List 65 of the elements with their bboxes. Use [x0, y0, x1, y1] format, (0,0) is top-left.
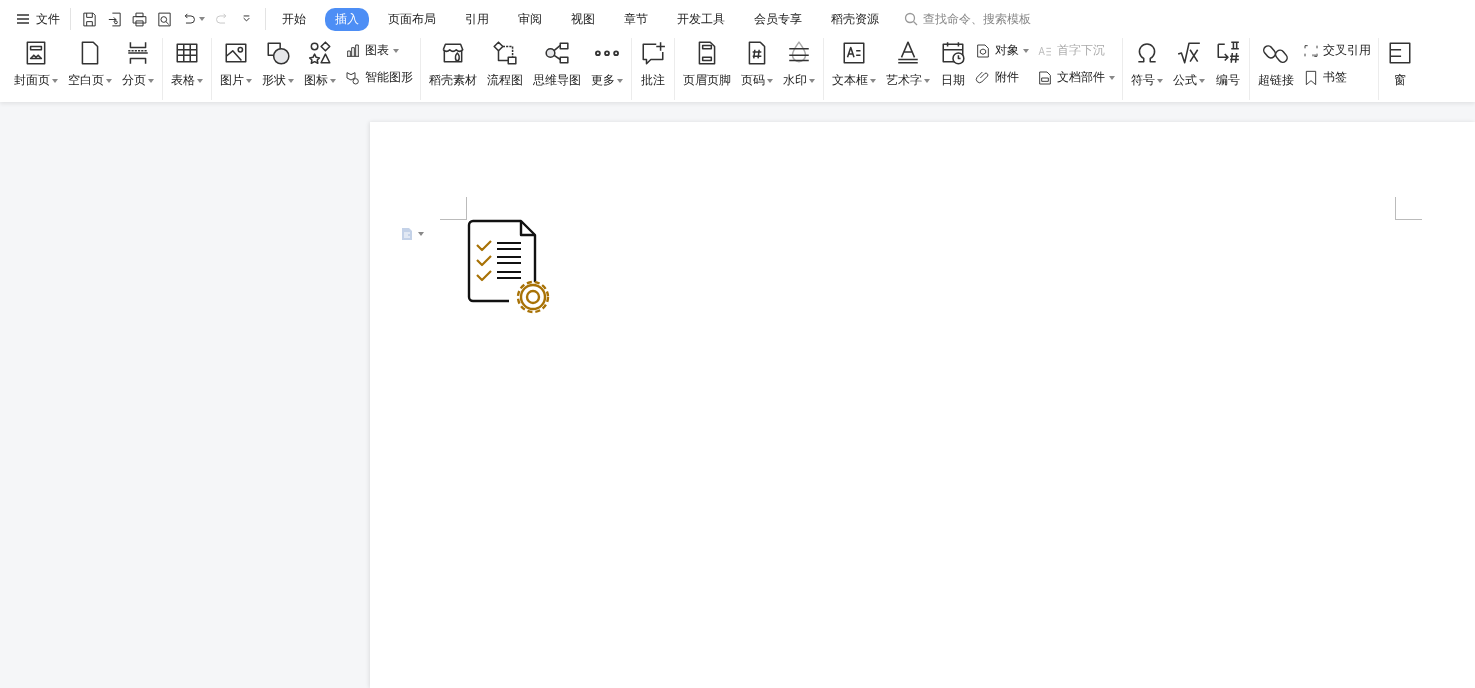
ribbon-tab[interactable]: 开始	[272, 7, 316, 31]
text-box-icon	[841, 40, 867, 66]
ribbon-button[interactable]: 分页	[118, 38, 158, 89]
menu-icon	[16, 12, 30, 26]
ribbon-tab[interactable]: 章节	[614, 7, 658, 31]
symbols-icon	[307, 40, 333, 66]
ribbon-button[interactable]: 文档部件	[1034, 68, 1118, 87]
ribbon-tab[interactable]: 开发工具	[667, 7, 735, 31]
search-field[interactable]: 查找命令、搜索模板	[904, 11, 1065, 27]
paragraph-icon	[400, 227, 414, 241]
caret-icon	[418, 232, 424, 236]
ribbon-button[interactable]: 形状	[258, 38, 298, 89]
paperclip-icon	[975, 69, 991, 86]
ribbon-button[interactable]: 水印	[779, 38, 819, 89]
ribbon-button[interactable]: 页码	[737, 38, 777, 89]
formula-icon	[1176, 40, 1202, 66]
ribbon-button[interactable]: 批注	[636, 38, 670, 89]
crop-mark	[1395, 197, 1422, 220]
ribbon-button[interactable]: 日期	[936, 38, 970, 89]
ribbon-button[interactable]: 智能图形	[342, 68, 416, 87]
object-icon	[975, 42, 991, 59]
ribbon-button[interactable]: 图标	[300, 38, 340, 89]
bookmark-icon	[1303, 69, 1319, 86]
ribbon-button[interactable]: 超链接	[1254, 38, 1298, 89]
search-icon	[904, 12, 918, 26]
ribbon-button[interactable]: 思维导图	[529, 38, 585, 89]
ribbon-button[interactable]: 封面页	[10, 38, 62, 89]
ribbon-tab[interactable]: 会员专享	[744, 7, 812, 31]
mind-map-icon	[544, 40, 570, 66]
ribbon-button[interactable]: 稻壳素材	[425, 38, 481, 89]
ribbon-button[interactable]: 艺术字	[882, 38, 934, 89]
ribbon-button[interactable]: 公式	[1169, 38, 1209, 89]
ribbon-button[interactable]: 空白页	[64, 38, 116, 89]
ribbon-button[interactable]: 窗	[1383, 38, 1417, 89]
document-part-icon	[1037, 69, 1053, 86]
ribbon-tab[interactable]: 视图	[561, 7, 605, 31]
more-icon	[594, 50, 620, 57]
ribbon-tab[interactable]: 页面布局	[378, 7, 446, 31]
ribbon-button[interactable]: 附件	[972, 68, 1032, 87]
calendar-icon	[940, 40, 966, 66]
ribbon-button[interactable]: 文本框	[828, 38, 880, 89]
ribbon-button[interactable]: 交叉引用	[1300, 41, 1374, 60]
ribbon-button[interactable]: 流程图	[483, 38, 527, 89]
ribbon-tab[interactable]: 稻壳资源	[821, 7, 889, 31]
ribbon-tab[interactable]: 审阅	[508, 7, 552, 31]
page-break-icon	[125, 40, 151, 66]
flowchart-icon	[492, 40, 518, 66]
ribbon-button[interactable]: 对象	[972, 41, 1032, 60]
file-menu-button[interactable]: 文件	[12, 8, 64, 30]
ribbon-tab[interactable]: 引用	[455, 7, 499, 31]
numbering-icon	[1215, 40, 1241, 66]
ribbon-button[interactable]: 页眉页脚	[679, 38, 735, 89]
ribbon-button[interactable]: 编号	[1211, 38, 1245, 89]
ribbon-button[interactable]: 更多	[587, 38, 627, 89]
window-icon	[1387, 40, 1413, 66]
ribbon-button[interactable]: 书签	[1300, 68, 1374, 87]
word-art-icon	[895, 40, 921, 66]
ribbon-button[interactable]: 图表	[342, 41, 416, 60]
bar-chart-icon	[345, 42, 361, 59]
crop-mark	[440, 197, 467, 220]
ribbon-button[interactable]: 表格	[167, 38, 207, 89]
ribbon-button[interactable]: 图片	[216, 38, 256, 89]
ribbon-button[interactable]: 符号	[1127, 38, 1167, 89]
comment-add-icon	[640, 40, 666, 66]
shapes-icon	[265, 40, 291, 66]
